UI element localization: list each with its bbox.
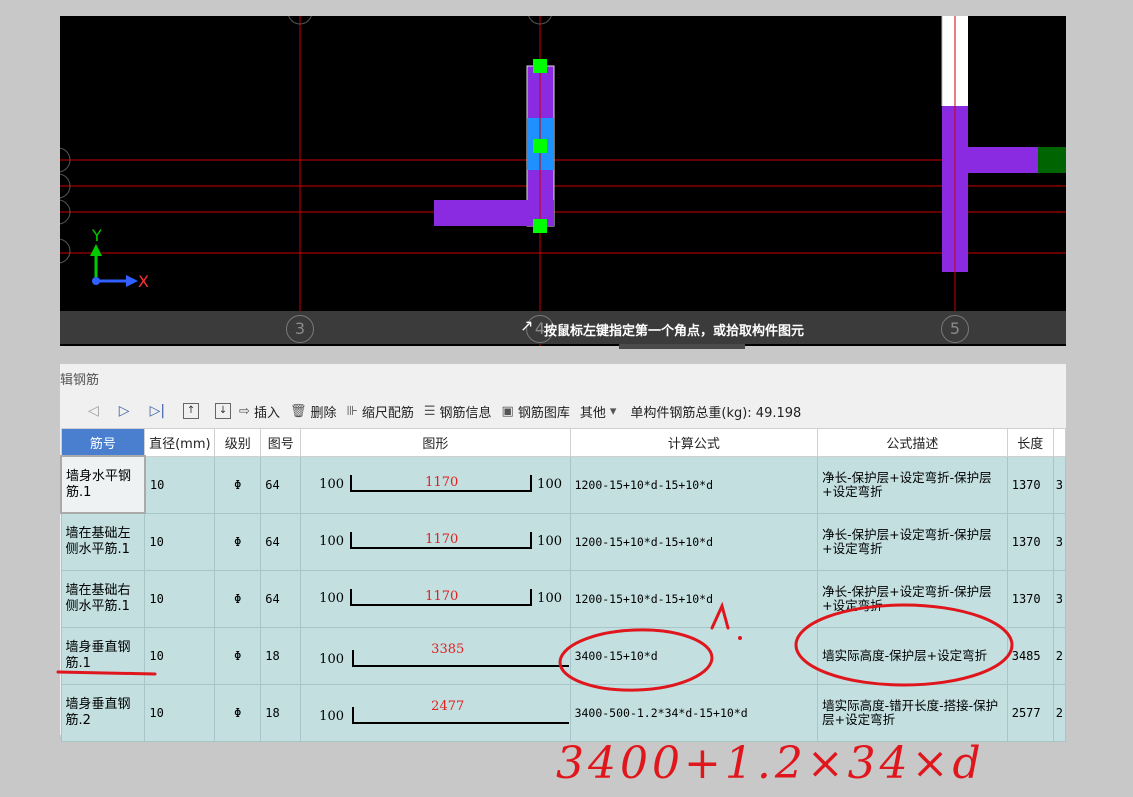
handwritten-annotations — [56, 601, 1014, 692]
handwritten-formula: 3400+1.2×34×d — [556, 738, 985, 789]
